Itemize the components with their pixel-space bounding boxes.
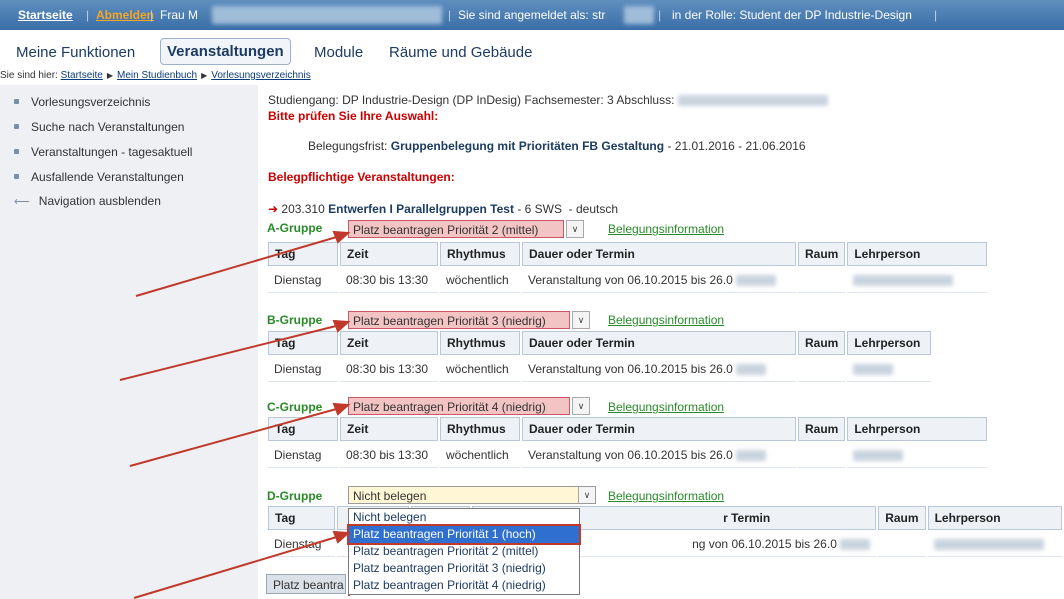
group-c-select[interactable]: Platz beantragen Priorität 4 (niedrig): [348, 397, 570, 415]
redacted-name: [212, 6, 442, 24]
back-arrow-icon: ⟵: [14, 196, 30, 208]
breadcrumb-prefix: Sie sind hier:: [0, 70, 58, 81]
nav-veranstaltungen[interactable]: Veranstaltungen: [160, 38, 291, 65]
submit-button[interactable]: Platz beantra: [266, 574, 346, 594]
belegpflichtig-heading: Belegpflichtige Veranstaltungen:: [268, 170, 455, 184]
breadcrumb-startseite[interactable]: Startseite: [61, 70, 103, 81]
table-row: Dienstag 08:30 bis 13:30 wöchentlich Verans…: [268, 443, 988, 468]
group-a-info-link[interactable]: Belegungsinformation: [608, 222, 724, 236]
separator: |: [934, 8, 938, 22]
sidebar-item-tagesaktuell[interactable]: Veranstaltungen - tagesaktuell: [14, 145, 192, 159]
group-c-label: C-Gruppe: [267, 400, 323, 414]
pruefen-heading: Bitte prüfen Sie Ihre Auswahl:: [268, 109, 439, 123]
nav-module[interactable]: Module: [314, 44, 363, 61]
chevron-down-icon: ∨: [578, 487, 595, 503]
separator: |: [150, 8, 154, 22]
col-rhythmus: Rhythmus: [440, 242, 520, 266]
group-c-dropdown-button[interactable]: ∨: [572, 397, 590, 415]
redacted-abschluss: [677, 95, 828, 107]
group-c-info-link[interactable]: Belegungsinformation: [608, 400, 724, 414]
table-row: Dienstag 08:30 bis 13:30 wöchentlich Verans…: [268, 357, 932, 382]
sidebar-item-label: Suche nach Veranstaltungen: [31, 120, 185, 134]
breadcrumb-vorlesungsverzeichnis[interactable]: Vorlesungsverzeichnis: [211, 70, 311, 81]
group-a-dropdown-button[interactable]: ∨: [566, 220, 584, 238]
sidebar-item-label: Vorlesungsverzeichnis: [31, 95, 151, 109]
triangle-right-icon: ▶: [201, 71, 208, 80]
group-d-info-link[interactable]: Belegungsinformation: [608, 489, 724, 503]
redacted-login: [624, 6, 654, 24]
sidebar-item-label: Veranstaltungen - tagesaktuell: [31, 145, 193, 159]
studiengang-info: Studiengang: DP Industrie-Design (DP InD…: [268, 93, 828, 107]
group-c-table: Tag Zeit Rhythmus Dauer oder Termin Raum Lehr…: [266, 415, 989, 470]
table-row: Dienstag 08:30 bis 13:30 wöchentlich Verans…: [268, 268, 988, 293]
startseite-link[interactable]: Startseite: [18, 8, 73, 22]
group-d-label: D-Gruppe: [267, 489, 323, 503]
group-a-table: Tag Zeit Rhythmus Dauer oder Termin Raum Lehr…: [266, 240, 989, 295]
arrow-right-icon: ➜: [268, 202, 279, 216]
option-prio-2[interactable]: Platz beantragen Priorität 2 (mittel): [349, 543, 579, 560]
triangle-right-icon: ▶: [106, 71, 113, 80]
sidebar-item-ausfallende[interactable]: Ausfallende Veranstaltungen: [14, 170, 184, 184]
sidebar-item-suche[interactable]: Suche nach Veranstaltungen: [14, 120, 184, 134]
group-a-label: A-Gruppe: [267, 221, 323, 235]
option-nicht-belegen[interactable]: Nicht belegen: [349, 509, 579, 526]
nav-meine-funktionen[interactable]: Meine Funktionen: [16, 44, 135, 61]
bullet-icon: [14, 174, 19, 179]
priority-dropdown-list[interactable]: Nicht belegen Platz beantragen Priorität…: [347, 508, 581, 595]
col-dauer: Dauer oder Termin: [522, 242, 796, 266]
sidebar-item-label: Navigation ausblenden: [38, 194, 161, 208]
logged-in-text: Sie sind angemeldet als: str: [458, 8, 606, 22]
breadcrumb-studienbuch[interactable]: Mein Studienbuch: [117, 70, 197, 81]
sidebar-item-vorlesungsverzeichnis[interactable]: Vorlesungsverzeichnis: [14, 95, 150, 109]
user-name: Frau M: [160, 8, 199, 22]
group-b-dropdown-button[interactable]: ∨: [572, 311, 590, 329]
sidebar: Vorlesungsverzeichnis Suche nach Veranst…: [0, 85, 258, 599]
option-prio-4[interactable]: Platz beantragen Priorität 4 (niedrig): [349, 577, 579, 594]
option-prio-3[interactable]: Platz beantragen Priorität 3 (niedrig): [349, 560, 579, 577]
option-prio-1[interactable]: Platz beantragen Priorität 1 (hoch): [347, 524, 581, 545]
group-b-select[interactable]: Platz beantragen Priorität 3 (niedrig): [348, 311, 570, 329]
breadcrumb: Sie sind hier: Startseite ▶ Mein Studienbu…: [0, 70, 311, 81]
separator: |: [86, 8, 90, 22]
group-b-label: B-Gruppe: [267, 313, 323, 327]
group-b-table: Tag Zeit Rhythmus Dauer oder Termin Raum Lehr…: [266, 329, 933, 384]
course-title: ➜ 203.310 Entwerfen I Parallelgruppen Te…: [268, 202, 619, 216]
col-tag: Tag: [268, 242, 338, 266]
col-raum: Raum: [798, 242, 846, 266]
sidebar-item-label: Ausfallende Veranstaltungen: [31, 170, 184, 184]
top-bar: Startseite | Abmelden | Frau M | Sie sin…: [0, 0, 1064, 30]
belegungsfrist: Belegungsfrist: Gruppenbelegung mit Prio…: [308, 139, 806, 153]
col-zeit: Zeit: [340, 242, 438, 266]
bullet-icon: [14, 99, 19, 104]
group-b-info-link[interactable]: Belegungsinformation: [608, 313, 724, 327]
nav-raeume[interactable]: Räume und Gebäude: [389, 44, 532, 61]
col-lehrperson: Lehrperson: [847, 242, 988, 266]
bullet-icon: [14, 149, 19, 154]
role-text: in der Rolle: Student der DP Industrie-D…: [672, 8, 912, 22]
chevron-down-icon: ∨: [566, 221, 583, 237]
group-a-select[interactable]: Platz beantragen Priorität 2 (mittel): [348, 220, 564, 238]
sidebar-item-navigation-ausblenden[interactable]: ⟵ Navigation ausblenden: [14, 194, 161, 208]
chevron-down-icon: ∨: [572, 398, 589, 414]
logout-link[interactable]: Abmelden: [96, 8, 154, 22]
separator: |: [658, 8, 662, 22]
group-d-select[interactable]: Nicht belegen ∨: [348, 486, 596, 504]
separator: |: [448, 8, 452, 22]
chevron-down-icon: ∨: [572, 312, 589, 328]
main-navigation: Meine Funktionen Veranstaltungen Module …: [0, 36, 1064, 66]
bullet-icon: [14, 124, 19, 129]
